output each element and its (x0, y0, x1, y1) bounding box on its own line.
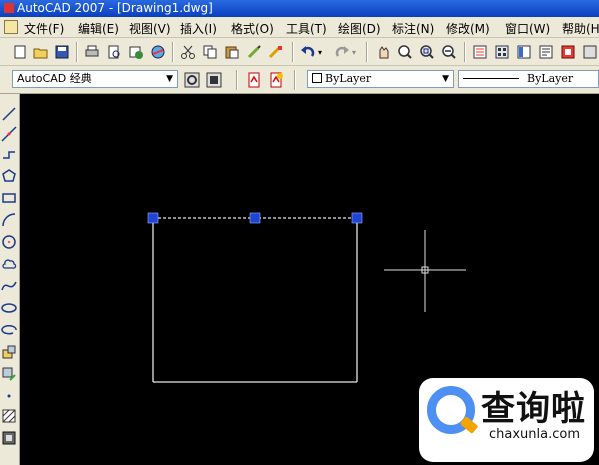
title-bar: AutoCAD 2007 - [Drawing1.dwg] (0, 0, 599, 17)
rectangle-icon[interactable] (1, 190, 17, 206)
menu-format[interactable]: 格式(O) (231, 20, 274, 37)
zoom-previous-icon[interactable] (441, 44, 457, 60)
zoom-realtime-icon[interactable] (397, 44, 413, 60)
menu-bar: 文件(F) 编辑(E) 视图(V) 插入(I) 格式(O) 工具(T) 绘图(D… (0, 17, 599, 38)
toolbar-separator (292, 42, 294, 62)
toolbar-separator (236, 70, 238, 90)
grip-start-point[interactable] (147, 212, 159, 224)
block-editor-icon[interactable] (268, 44, 284, 60)
ellipse-arc-icon[interactable] (1, 322, 17, 338)
publish-icon[interactable] (128, 44, 144, 60)
copy-icon[interactable] (202, 44, 218, 60)
undo-icon[interactable] (300, 44, 316, 60)
cut-icon[interactable] (180, 44, 196, 60)
new-icon[interactable] (12, 44, 28, 60)
menu-insert[interactable]: 插入(I) (180, 20, 217, 37)
polygon-icon[interactable] (1, 168, 17, 184)
color-value: ByLayer (325, 72, 372, 85)
markup-icon[interactable] (560, 44, 576, 60)
menu-window[interactable]: 窗口(W) (505, 20, 550, 37)
spline-icon[interactable] (1, 278, 17, 294)
polyline-icon[interactable] (1, 146, 17, 162)
grip-end-point[interactable] (351, 212, 363, 224)
plot-preview-icon[interactable] (106, 44, 122, 60)
sheet-set-icon[interactable] (538, 44, 554, 60)
properties-icon[interactable] (472, 44, 488, 60)
window-title: AutoCAD 2007 - [Drawing1.dwg] (17, 1, 213, 15)
hatch-icon[interactable] (1, 408, 17, 424)
ellipse-icon[interactable] (1, 300, 17, 316)
revision-cloud-icon[interactable] (1, 256, 17, 272)
save-workspace-icon[interactable] (206, 72, 222, 88)
calculator-icon[interactable] (582, 44, 598, 60)
paste-icon[interactable] (224, 44, 240, 60)
linetype-preview-line (463, 78, 519, 79)
toolbar-separator (294, 70, 296, 90)
plot-icon[interactable] (84, 44, 100, 60)
circle-icon[interactable] (1, 234, 17, 250)
linetype-value: ByLayer (527, 72, 574, 85)
redo-dropdown-icon[interactable]: ▾ (352, 48, 356, 57)
zoom-window-icon[interactable] (419, 44, 435, 60)
menu-modify[interactable]: 修改(M) (446, 20, 490, 37)
make-block-icon[interactable] (1, 366, 17, 382)
match-properties-icon[interactable] (246, 44, 262, 60)
linetype-control-dropdown[interactable]: ByLayer (458, 70, 599, 88)
watermark-url: chaxunla.com (489, 427, 580, 442)
watermark-name: 查询啦 (481, 389, 586, 429)
workspace-value: AutoCAD 经典 (17, 72, 92, 85)
toolbar-separator (366, 42, 368, 62)
menu-file[interactable]: 文件(F) (24, 20, 64, 37)
region-icon[interactable] (1, 430, 17, 446)
document-icon[interactable] (4, 20, 18, 34)
watermark: 查询啦 chaxunla.com (419, 378, 594, 462)
menu-tools[interactable]: 工具(T) (286, 20, 327, 37)
toolbar-separator (76, 42, 78, 62)
pan-icon[interactable] (375, 44, 391, 60)
chevron-down-icon: ▼ (442, 74, 449, 84)
autocad-app-icon[interactable] (4, 3, 14, 13)
redo-icon[interactable] (334, 44, 350, 60)
menu-view[interactable]: 视图(V) (129, 20, 171, 37)
3d-dwf-icon[interactable] (150, 44, 166, 60)
design-center-icon[interactable] (494, 44, 510, 60)
magnifier-handle-icon (459, 416, 479, 434)
undo-dropdown-icon[interactable]: ▾ (318, 48, 322, 57)
grip-midpoint[interactable] (249, 212, 261, 224)
menu-edit[interactable]: 编辑(E) (78, 20, 119, 37)
menu-help[interactable]: 帮助(H) (562, 20, 599, 37)
pdf-convert-icon[interactable] (268, 72, 284, 88)
line-icon[interactable] (1, 106, 17, 122)
open-icon[interactable] (33, 44, 49, 60)
pdf-export-icon[interactable] (246, 72, 262, 88)
insert-block-icon[interactable] (1, 344, 17, 360)
workspace-settings-icon[interactable] (184, 72, 200, 88)
construction-line-icon[interactable] (1, 126, 17, 142)
menu-draw[interactable]: 绘图(D) (338, 20, 381, 37)
color-control-dropdown[interactable]: ByLayer ▼ (307, 70, 454, 88)
arc-icon[interactable] (1, 212, 17, 228)
workspace-dropdown[interactable]: AutoCAD 经典 ▼ (12, 70, 178, 88)
save-icon[interactable] (54, 44, 70, 60)
point-icon[interactable] (1, 388, 17, 404)
chevron-down-icon: ▼ (166, 74, 173, 84)
menu-dimension[interactable]: 标注(N) (392, 20, 434, 37)
draw-toolbar (0, 94, 20, 465)
toolbar-separator (172, 42, 174, 62)
standard-toolbar: ▾ ▾ (0, 38, 599, 66)
color-swatch-icon (312, 73, 322, 83)
toolbar-separator (464, 42, 466, 62)
workspace-properties-toolbar: AutoCAD 经典 ▼ ByLayer ▼ ByLayer (0, 66, 599, 94)
tool-palettes-icon[interactable] (516, 44, 532, 60)
